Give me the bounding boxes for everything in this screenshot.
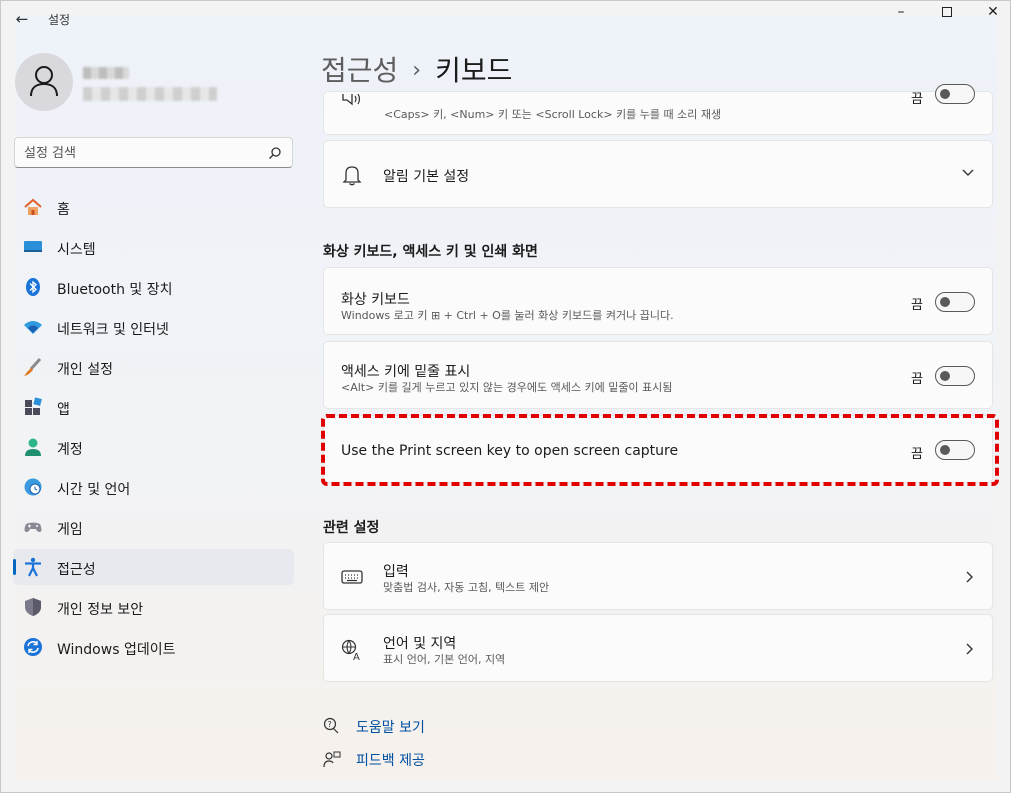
sidebar-item-windows-update[interactable]: Windows 업데이트 <box>13 629 294 665</box>
apps-icon <box>25 397 42 415</box>
access-keys-toggle[interactable] <box>935 366 975 386</box>
sidebar-item-label: 게임 <box>57 522 83 538</box>
language-icon: A <box>341 639 360 661</box>
help-icon: ? <box>323 717 339 734</box>
sidebar-item-label: 시간 및 언어 <box>57 482 131 498</box>
back-arrow-icon[interactable]: ← <box>11 9 33 29</box>
maximize-button[interactable] <box>924 1 970 25</box>
sidebar-item-accounts[interactable]: 계정 <box>13 429 294 465</box>
keyboard-icon <box>341 570 363 584</box>
search-icon[interactable] <box>268 146 282 160</box>
title-bar: ← 설정 – ✕ <box>1 1 1010 37</box>
card-title: Use the Print screen key to open screen … <box>341 443 679 459</box>
card-underline-access-keys: 액세스 키에 밑줄 표시 <Alt> 키를 길게 누르고 있지 않는 경우에도 … <box>323 341 993 409</box>
speaker-icon <box>342 94 361 106</box>
card-title: 화상 키보드 <box>341 292 410 308</box>
brush-icon <box>24 357 42 376</box>
profile-name-redacted <box>83 67 129 79</box>
sidebar-item-privacy[interactable]: 개인 정보 보안 <box>13 589 294 625</box>
sidebar-item-label: Bluetooth 및 장치 <box>57 282 173 298</box>
breadcrumb: 접근성 › 키보드 <box>321 49 512 89</box>
sidebar-item-apps[interactable]: 앱 <box>13 389 294 425</box>
card-description: <Caps> 키, <Num> 키 또는 <Scroll Lock> 키를 누를… <box>384 108 722 121</box>
toggle-switch[interactable] <box>935 84 975 104</box>
card-description: Windows 로고 키 ⊞ + Ctrl + O를 눌러 화상 키보드를 켜거… <box>341 309 674 322</box>
card-description: 표시 언어, 기본 언어, 지역 <box>383 653 506 666</box>
card-input[interactable]: 입력 맞춤법 검사, 자동 고침, 텍스트 제안 <box>323 542 993 610</box>
toggle-state-label: 끔 <box>911 372 923 387</box>
card-notification-preferences[interactable]: 알림 기본 설정 <box>323 140 993 208</box>
sidebar-item-label: 시스템 <box>57 242 96 258</box>
account-icon <box>25 438 41 456</box>
bell-icon <box>342 166 362 186</box>
profile-email-redacted <box>83 87 217 101</box>
settings-window: ← 설정 – ✕ 홈 <box>0 0 1011 793</box>
maximize-icon <box>942 7 952 17</box>
sidebar-item-accessibility[interactable]: 접근성 <box>13 549 294 585</box>
section-title-onscreen: 화상 키보드, 액세스 키 및 인쇄 화면 <box>323 244 538 260</box>
card-description: <Alt> 키를 길게 누르고 있지 않는 경우에도 액세스 키에 밑줄이 표시… <box>341 381 673 394</box>
toggle-state-label: 끔 <box>911 447 923 462</box>
sidebar-item-label: 홈 <box>57 202 70 218</box>
toggle-state-label: 끔 <box>911 92 923 107</box>
sidebar-item-label: 앱 <box>57 402 70 418</box>
sidebar-item-network[interactable]: 네트워크 및 인터넷 <box>13 309 294 345</box>
sidebar-item-label: 개인 설정 <box>57 362 113 378</box>
chevron-right-icon <box>966 571 973 583</box>
sidebar-item-label: 네트워크 및 인터넷 <box>57 322 169 338</box>
help-link-label[interactable]: 도움말 보기 <box>356 717 425 737</box>
feedback-icon <box>323 751 341 768</box>
card-title: 액세스 키에 밑줄 표시 <box>341 364 471 380</box>
bluetooth-icon <box>26 278 40 296</box>
sidebar-nav: 홈 시스템 Bluetooth 및 장치 네트워크 및 인터넷 개인 설정 앱 … <box>13 189 294 669</box>
card-toggle-keys-sound: <Caps> 키, <Num> 키 또는 <Scroll Lock> 키를 누를… <box>323 84 993 135</box>
globe-clock-icon <box>24 478 42 496</box>
sidebar-item-label: 개인 정보 보안 <box>57 602 144 618</box>
user-icon <box>30 66 58 97</box>
toggle-state-label: 끔 <box>911 298 923 313</box>
search-box[interactable] <box>14 137 293 168</box>
section-title-related: 관련 설정 <box>323 520 380 536</box>
sidebar-item-bluetooth[interactable]: Bluetooth 및 장치 <box>13 269 294 305</box>
card-print-screen: Use the Print screen key to open screen … <box>323 415 993 483</box>
page-title: 키보드 <box>435 54 513 87</box>
sidebar-item-label: 계정 <box>57 442 83 458</box>
accessibility-icon <box>25 557 41 577</box>
sidebar-item-gaming[interactable]: 게임 <box>13 509 294 545</box>
card-onscreen-keyboard: 화상 키보드 Windows 로고 키 ⊞ + Ctrl + O를 눌러 화상 … <box>323 267 993 335</box>
avatar[interactable] <box>15 53 73 111</box>
search-input[interactable] <box>24 144 264 162</box>
card-title: 언어 및 지역 <box>383 636 457 652</box>
sidebar-item-label: 접근성 <box>57 562 96 578</box>
system-icon <box>24 241 42 252</box>
svg-text:A: A <box>353 652 360 661</box>
breadcrumb-parent[interactable]: 접근성 <box>321 54 398 87</box>
home-icon <box>24 198 42 215</box>
print-screen-toggle[interactable] <box>935 440 975 460</box>
card-language-region[interactable]: A 언어 및 지역 표시 언어, 기본 언어, 지역 <box>323 614 993 682</box>
onscreen-keyboard-toggle[interactable] <box>935 292 975 312</box>
svg-text:?: ? <box>328 720 332 729</box>
sidebar-item-time-language[interactable]: 시간 및 언어 <box>13 469 294 505</box>
card-title: 알림 기본 설정 <box>383 169 470 185</box>
breadcrumb-separator: › <box>412 58 422 83</box>
close-button[interactable]: ✕ <box>970 1 1010 25</box>
update-icon <box>24 638 42 656</box>
card-description: 맞춤법 검사, 자동 고침, 텍스트 제안 <box>383 581 550 594</box>
sidebar-item-system[interactable]: 시스템 <box>13 229 294 265</box>
card-title: 입력 <box>383 564 409 580</box>
chevron-down-icon[interactable] <box>962 169 974 177</box>
shield-icon <box>25 598 41 616</box>
app-title: 설정 <box>48 13 71 27</box>
sidebar-item-label: Windows 업데이트 <box>57 642 176 658</box>
feedback-link-label[interactable]: 피드백 제공 <box>356 750 425 770</box>
sidebar-item-home[interactable]: 홈 <box>13 189 294 225</box>
minimize-button[interactable]: – <box>878 1 924 25</box>
chevron-right-icon <box>966 643 973 655</box>
sidebar-item-personalization[interactable]: 개인 설정 <box>13 349 294 385</box>
wifi-icon <box>24 321 42 334</box>
gamepad-icon <box>24 522 42 532</box>
